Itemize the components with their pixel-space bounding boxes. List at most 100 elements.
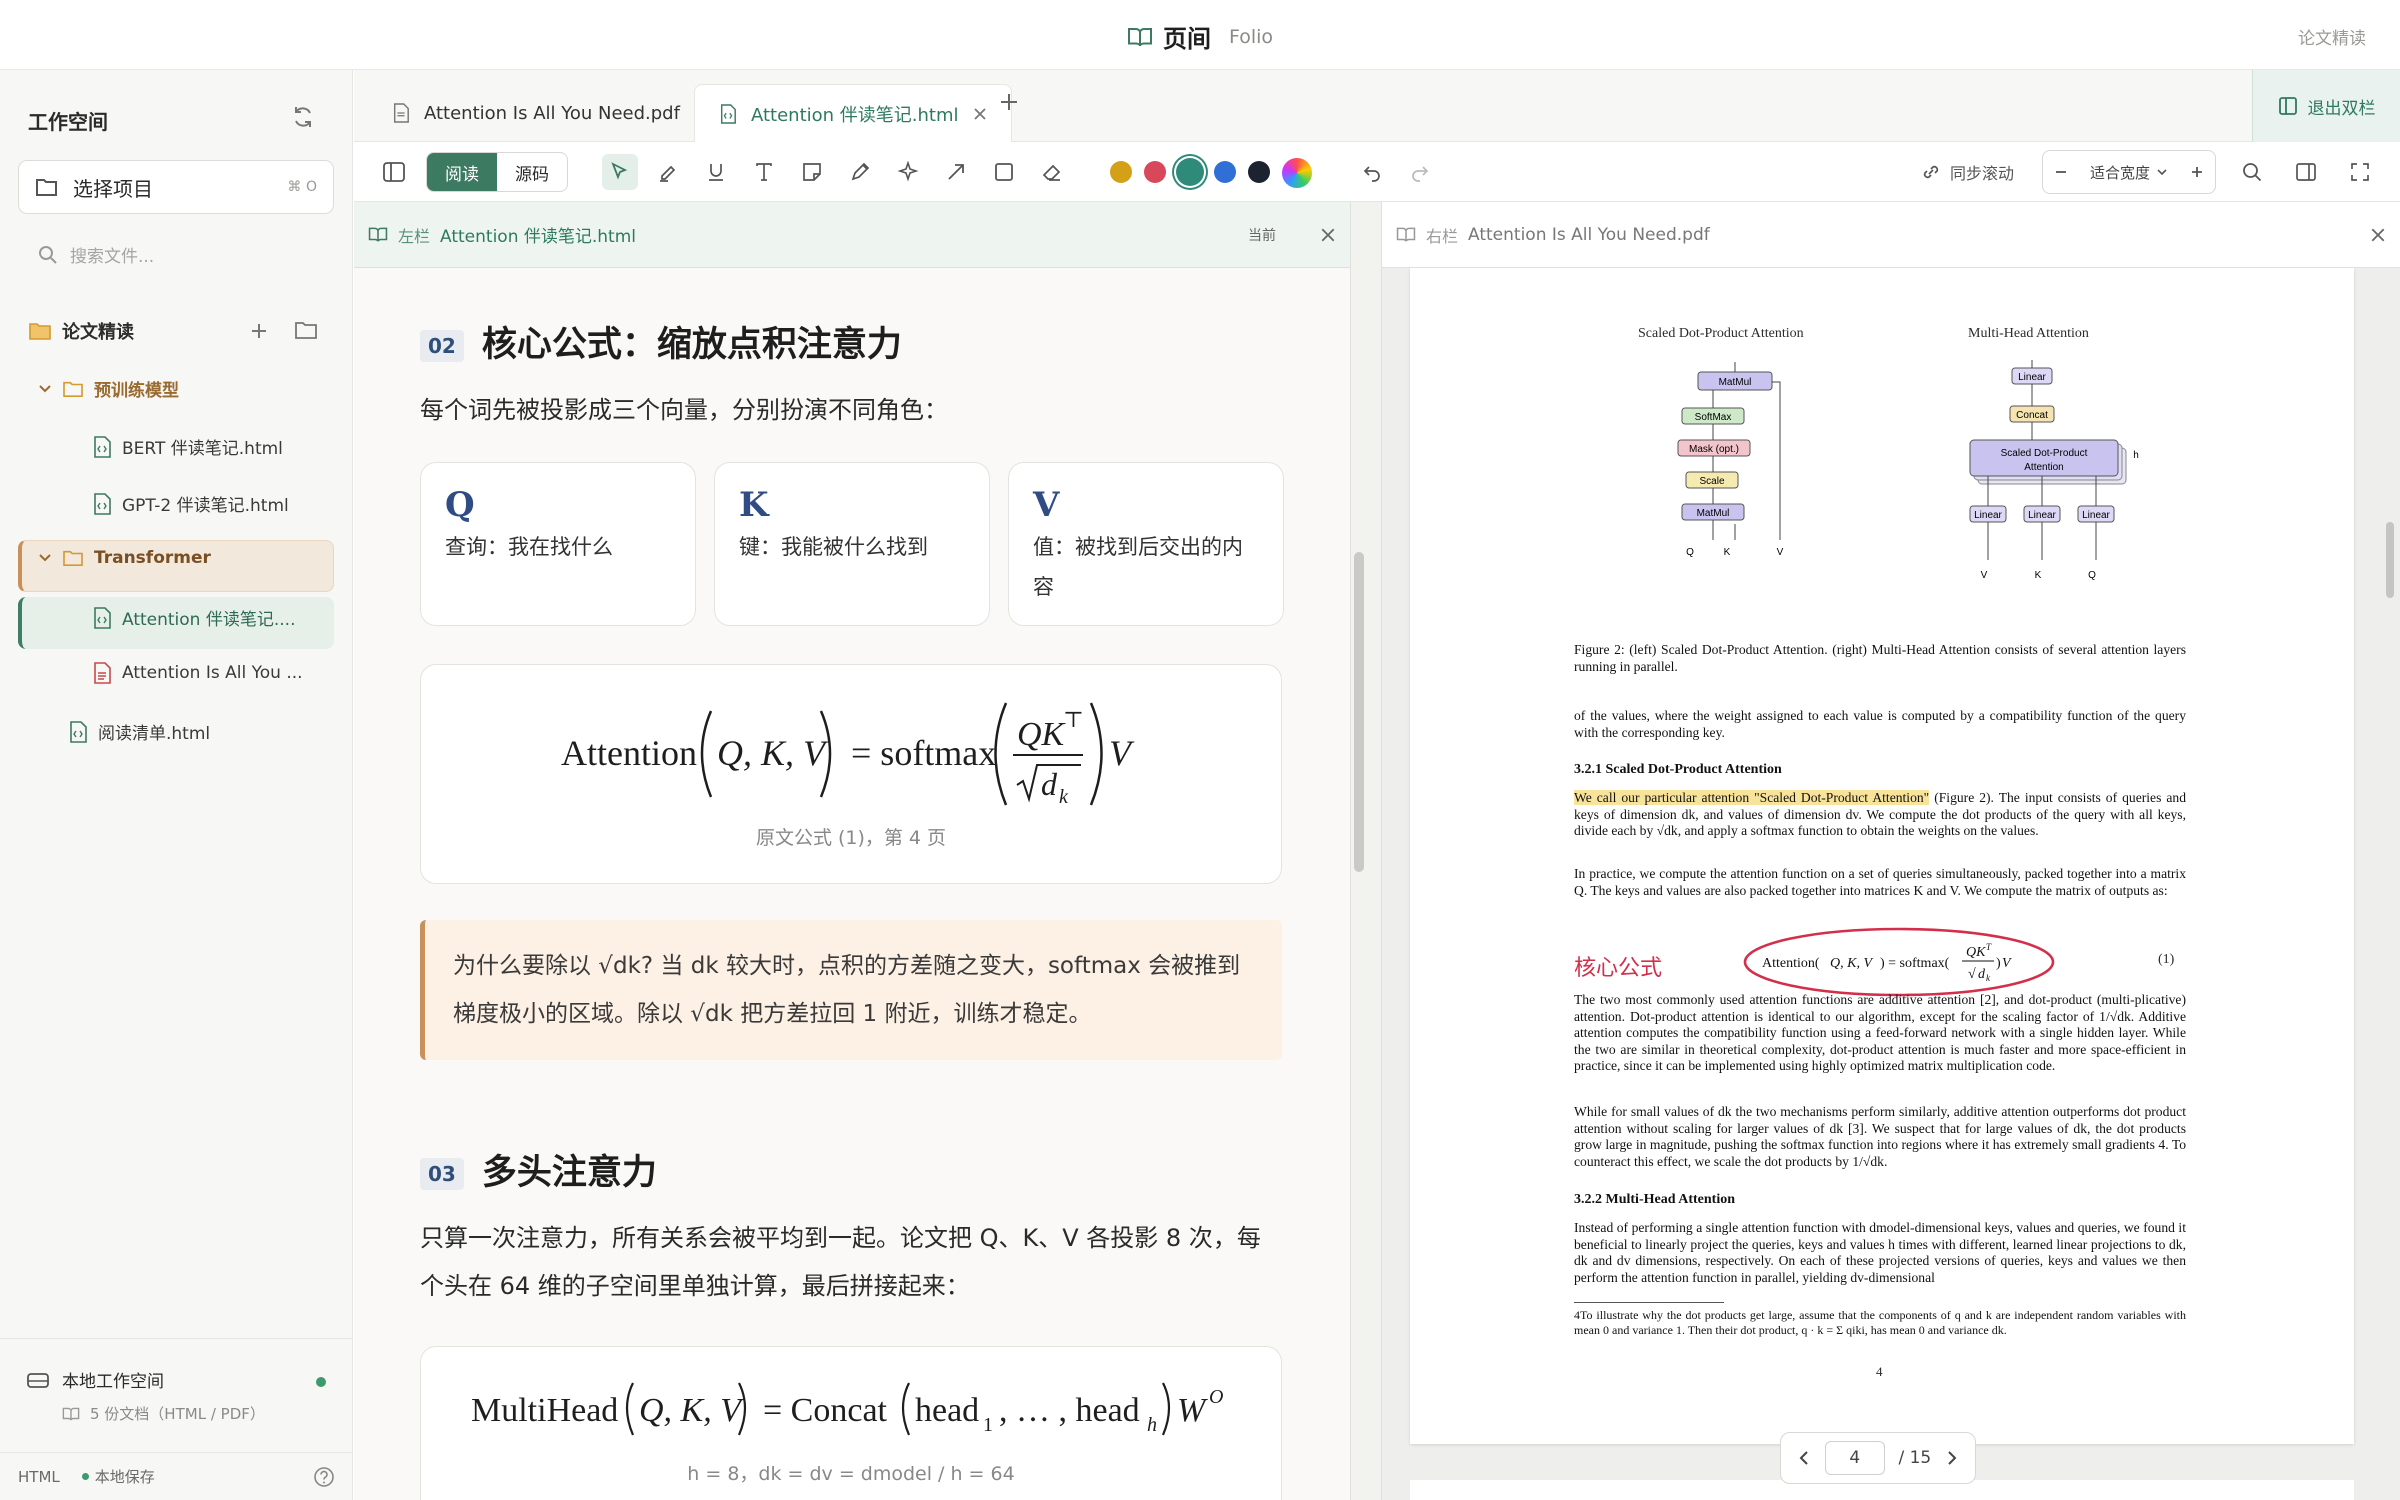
right-panel-icon[interactable] xyxy=(2288,154,2324,190)
status-bar: HTML 本地保存 xyxy=(0,1452,353,1500)
view-mode-toggle: 阅读 源码 xyxy=(426,152,568,192)
attention-formula: Attention Q, K, V = softmax QK ⊤ d k V xyxy=(421,693,1281,813)
pdf-scrollbar[interactable] xyxy=(2386,522,2394,598)
svg-text:MatMul: MatMul xyxy=(1697,508,1730,519)
new-tab-plus-icon[interactable] xyxy=(997,90,1021,114)
exit-dual-button[interactable]: 退出双栏 xyxy=(2252,70,2400,142)
left-pane-scrollbar[interactable] xyxy=(1354,552,1364,872)
folder-icon xyxy=(62,380,84,398)
sidebar-item-transformer[interactable]: Transformer xyxy=(38,548,211,568)
svg-text:SoftMax: SoftMax xyxy=(1695,412,1732,423)
svg-text:⊤: ⊤ xyxy=(1063,707,1084,732)
arrow-tool-icon[interactable] xyxy=(938,154,974,190)
handwritten-annotation[interactable]: 核心公式 xyxy=(1574,950,1662,982)
color-swatch-blue[interactable] xyxy=(1214,161,1236,183)
eraser-icon[interactable] xyxy=(1034,154,1070,190)
highlighter-icon[interactable] xyxy=(650,154,686,190)
multi-head-diagram: Linear Concat Scaled Dot-Product Attentio… xyxy=(1969,360,2139,581)
footnote-rule xyxy=(1574,1302,1724,1303)
next-page-icon[interactable] xyxy=(1945,1450,1959,1466)
text-tool-icon[interactable] xyxy=(746,154,782,190)
underline-icon[interactable] xyxy=(698,154,734,190)
svg-text:Attention: Attention xyxy=(561,733,697,773)
close-icon[interactable] xyxy=(2370,227,2386,243)
pdf-page-number: 4 xyxy=(1876,1364,1883,1379)
figure-right-title: Multi-Head Attention xyxy=(1968,326,2089,341)
close-icon[interactable] xyxy=(973,107,987,121)
app-brand: 页间 Folio xyxy=(0,19,2400,54)
book-icon xyxy=(368,226,388,243)
svg-text:Linear: Linear xyxy=(2082,510,2110,521)
svg-text:Concat: Concat xyxy=(2016,410,2048,421)
color-swatch-black[interactable] xyxy=(1248,161,1270,183)
tab-attention-notes[interactable]: Attention 伴读笔记.html xyxy=(694,84,1012,142)
tab-attention-pdf[interactable]: Attention Is All You Need.pdf xyxy=(368,84,704,142)
svg-text:Q, K, V: Q, K, V xyxy=(1830,956,1873,971)
svg-text:Linear: Linear xyxy=(1974,510,2002,521)
svg-text:√: √ xyxy=(1968,967,1976,982)
folder-open-icon xyxy=(35,177,59,197)
multihead-caption: h = 8，dk = dv = dmodel / h = 64 xyxy=(687,1463,1015,1485)
zoom-in-icon[interactable] xyxy=(2189,164,2205,180)
svg-text:Scaled Dot-Product: Scaled Dot-Product xyxy=(2001,448,2088,459)
sidebar-item-bert[interactable]: BERT 伴读笔记.html xyxy=(92,434,283,459)
file-search[interactable]: 搜索文件... xyxy=(38,242,154,267)
workspace-info[interactable]: 本地工作空间 xyxy=(26,1367,164,1392)
sync-scroll-button[interactable]: 同步滚动 xyxy=(1920,160,2014,184)
sidebar-group-papers[interactable]: 论文精读 xyxy=(28,318,134,344)
search-icon[interactable] xyxy=(2234,154,2270,190)
source-mode-button[interactable]: 源码 xyxy=(497,153,567,191)
svg-text:Attention(: Attention( xyxy=(1762,956,1820,971)
project-selector-label: 选择项目 xyxy=(73,176,153,201)
help-icon[interactable] xyxy=(313,1466,335,1488)
pdf-file-icon xyxy=(92,662,112,684)
sync-scroll-label: 同步滚动 xyxy=(1950,164,2015,183)
annotation-ellipse[interactable]: Attention(Q, K, V) = softmax( QK T √ d k ) V xyxy=(1740,922,2058,1002)
custom-color-picker[interactable] xyxy=(1282,158,1312,188)
card-letter: V xyxy=(1033,485,1060,525)
color-swatch-teal[interactable] xyxy=(1176,158,1204,186)
sidebar-item-reading-list[interactable]: 阅读清单.html xyxy=(68,719,210,744)
tab-label: Attention 伴读笔记.html xyxy=(751,104,959,126)
zoom-select[interactable]: 适合宽度 xyxy=(2090,162,2168,183)
save-status-dot xyxy=(81,1473,89,1480)
zoom-out-icon[interactable] xyxy=(2053,164,2069,180)
undo-icon[interactable] xyxy=(1354,154,1390,190)
svg-text:h: h xyxy=(2133,450,2139,461)
sidebar-item-attention-pdf[interactable]: Attention Is All You ... xyxy=(92,662,303,684)
mode-label[interactable]: 论文精读 xyxy=(2298,24,2366,49)
svg-text:1: 1 xyxy=(983,1414,993,1436)
prev-page-icon[interactable] xyxy=(1797,1450,1811,1466)
pdf-paragraph-highlighted: We call our particular attention "Scaled… xyxy=(1574,790,2186,840)
sticky-note-icon[interactable] xyxy=(794,154,830,190)
folder-icon xyxy=(62,549,84,567)
svg-text:h: h xyxy=(1147,1414,1157,1436)
ai-sparkle-icon[interactable] xyxy=(890,154,926,190)
redo-icon[interactable] xyxy=(1402,154,1438,190)
left-pane-side: 左栏 xyxy=(398,226,431,246)
html-file-icon xyxy=(68,720,88,743)
svg-text:MultiHead: MultiHead xyxy=(471,1392,618,1429)
pen-icon[interactable] xyxy=(842,154,878,190)
project-selector[interactable]: 选择项目 ⌘ O xyxy=(18,160,334,214)
new-folder-icon[interactable] xyxy=(294,320,318,340)
link-icon xyxy=(1920,161,1942,183)
page-input[interactable]: 4 xyxy=(1824,1441,1885,1475)
add-file-icon[interactable] xyxy=(248,320,270,342)
toggle-sidebar-icon[interactable] xyxy=(376,154,412,190)
exit-dual-label: 退出双栏 xyxy=(2307,98,2376,119)
sidebar-item-attention-notes[interactable]: Attention 伴读笔记.... xyxy=(92,605,295,630)
section-title: 多头注意力 xyxy=(481,1153,657,1193)
refresh-icon[interactable] xyxy=(290,104,316,130)
text-highlight[interactable]: We call our particular attention "Scaled… xyxy=(1574,790,1930,805)
read-mode-button[interactable]: 阅读 xyxy=(427,153,497,191)
color-swatch-yellow[interactable] xyxy=(1110,161,1132,183)
fullscreen-icon[interactable] xyxy=(2342,154,2378,190)
sidebar-item-gpt2[interactable]: GPT-2 伴读笔记.html xyxy=(92,491,289,516)
split-view-icon xyxy=(2278,96,2298,116)
color-swatch-red[interactable] xyxy=(1144,161,1166,183)
close-icon[interactable] xyxy=(1320,227,1336,243)
sidebar-item-pretrained[interactable]: 预训练模型 xyxy=(38,376,179,401)
rectangle-tool-icon[interactable] xyxy=(986,154,1022,190)
select-tool-icon[interactable] xyxy=(602,154,638,190)
